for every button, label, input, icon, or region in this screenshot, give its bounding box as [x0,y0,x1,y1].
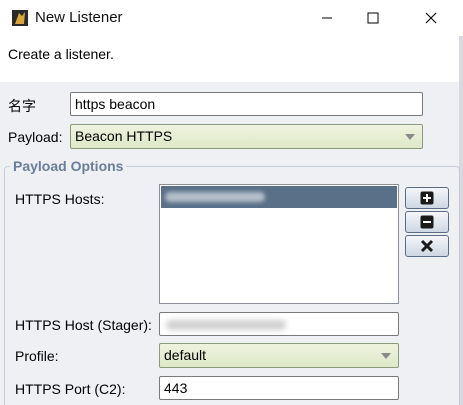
https-hosts-list[interactable] [159,184,399,304]
maximize-button[interactable] [350,0,396,36]
title-bar: New Listener [0,0,463,36]
chevron-down-icon [402,129,418,145]
host-stager-input[interactable] [159,312,399,336]
close-button[interactable] [408,0,454,36]
clear-icon [420,239,434,253]
remove-host-button[interactable] [405,211,449,233]
minimize-button[interactable] [304,0,350,36]
profile-value: default [164,347,207,363]
host-stager-label: HTTPS Host (Stager): [15,317,152,333]
window-title: New Listener [35,9,123,26]
description-text: Create a listener. [8,46,114,62]
redacted-stager [166,320,286,330]
maximize-icon [367,12,379,24]
list-item[interactable] [161,186,397,208]
add-icon [420,191,434,205]
payload-label: Payload: [8,129,63,145]
redacted-host [165,192,265,202]
profile-label: Profile: [15,348,59,364]
payload-value: Beacon HTTPS [75,128,173,144]
add-host-button[interactable] [405,187,449,209]
name-label: 名字 [8,98,36,114]
https-hosts-label: HTTPS Hosts: [15,191,105,207]
description-panel: Create a listener. [0,36,459,82]
minimize-icon [322,17,332,19]
close-icon [425,12,437,24]
name-input[interactable]: https beacon [70,92,423,116]
https-port-input[interactable]: 443 [159,376,399,400]
profile-select[interactable]: default [159,343,399,368]
chevron-down-icon [378,348,394,364]
app-icon [12,10,28,26]
https-port-label: HTTPS Port (C2): [15,381,126,397]
remove-icon [420,215,434,229]
payload-options-title: Payload Options [10,158,127,174]
payload-select[interactable]: Beacon HTTPS [70,124,423,149]
clear-hosts-button[interactable] [405,235,449,257]
